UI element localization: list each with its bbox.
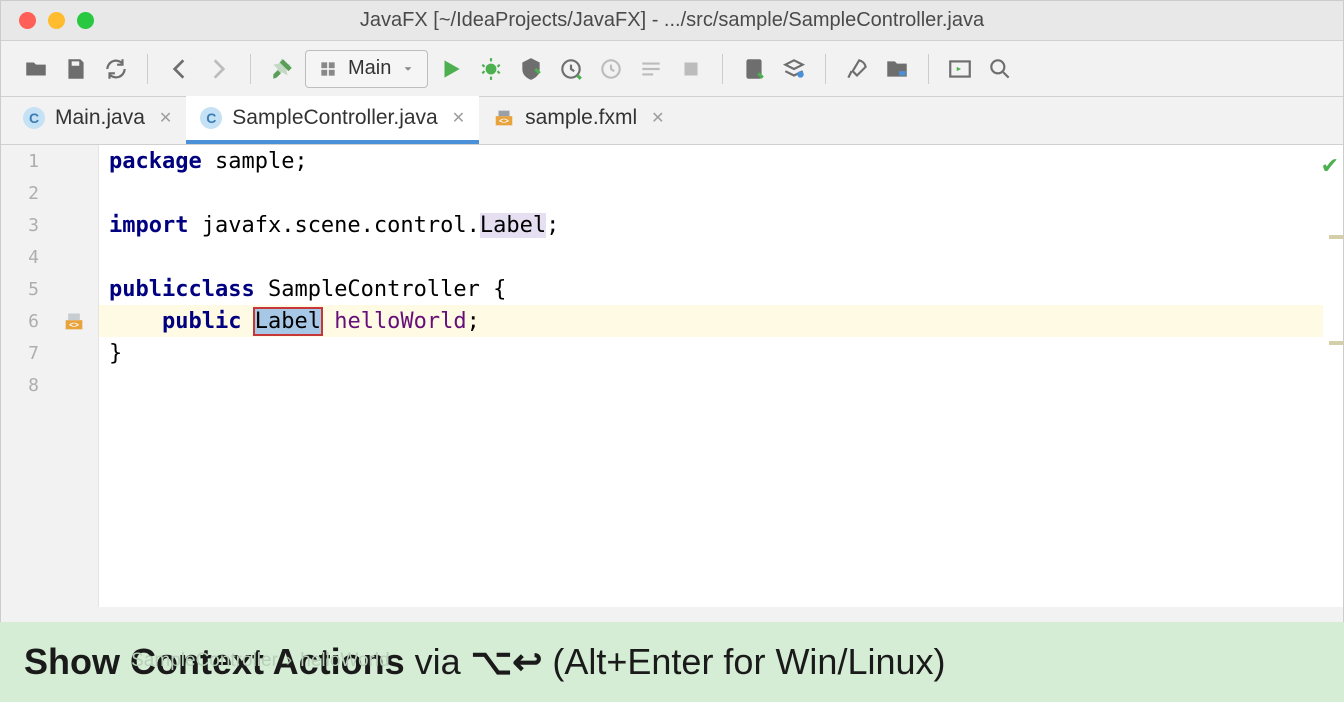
hint-banner: Show Context Actions via ⌥↩ (Alt+Enter f… [0,622,1344,702]
debug-button[interactable] [474,52,508,86]
back-button[interactable] [162,52,196,86]
separator [928,54,929,84]
window-controls [19,12,94,29]
tab-label: sample.fxml [525,106,637,130]
run-config-label: Main [348,57,391,80]
field-name: helloWorld [334,309,466,334]
close-tab-icon[interactable]: ✕ [651,108,664,128]
keyword: class [188,277,254,302]
close-tab-icon[interactable]: ✕ [452,108,465,128]
shortcut-mac: ⌥↩ [471,641,543,683]
warning-mark[interactable] [1329,341,1343,345]
tab-samplecontroller[interactable]: C SampleController.java ✕ [186,96,479,144]
analysis-ok-icon[interactable]: ✔ [1321,153,1339,179]
keyword: public [162,309,241,334]
tab-main[interactable]: C Main.java ✕ [9,96,186,144]
open-button[interactable] [19,52,53,86]
sdk-button[interactable] [777,52,811,86]
separator [250,54,251,84]
run-button[interactable] [434,52,468,86]
close-window[interactable] [19,12,36,29]
stop-button[interactable] [674,52,708,86]
code-editor[interactable]: 1 2 3 4 5 6 7 8 <> package sample; impor… [1,145,1343,607]
coverage-button[interactable] [514,52,548,86]
warning-mark[interactable] [1329,235,1343,239]
maximize-window[interactable] [77,12,94,29]
refresh-button[interactable] [99,52,133,86]
tab-label: SampleController.java [232,106,437,130]
avd-button[interactable] [737,52,771,86]
line-numbers: 1 2 3 4 5 6 7 8 [1,145,49,607]
editor-tabs: C Main.java ✕ C SampleController.java ✕ … [1,97,1343,145]
line-number: 1 [1,145,49,177]
line-number: 5 [1,273,49,305]
separator [825,54,826,84]
save-button[interactable] [59,52,93,86]
separator [147,54,148,84]
separator [722,54,723,84]
code-area[interactable]: package sample; import javafx.scene.cont… [99,145,1323,607]
svg-text:<>: <> [499,117,509,126]
line-number: 7 [1,337,49,369]
svg-text:<>: <> [69,320,79,330]
close-tab-icon[interactable]: ✕ [159,108,172,128]
fxml-gutter-icon[interactable]: <> [49,305,98,337]
tab-label: Main.java [55,106,145,130]
settings-button[interactable] [840,52,874,86]
titlebar: JavaFX [~/IdeaProjects/JavaFX] - .../src… [1,1,1343,41]
shortcut-winlinux: (Alt+Enter for Win/Linux) [542,641,945,683]
search-button[interactable] [983,52,1017,86]
fxml-file-icon: <> [493,107,515,129]
keyword: import [109,213,188,238]
keyword: public [109,277,188,302]
java-file-icon: C [23,107,45,129]
line-number: 2 [1,177,49,209]
structure-button[interactable] [880,52,914,86]
profile-button[interactable] [554,52,588,86]
class-ref: Label [480,213,546,238]
line-number: 4 [1,241,49,273]
run-anything-button[interactable] [943,52,977,86]
gutter-icons: <> [49,145,99,607]
bookmarks-button[interactable] [634,52,668,86]
run-config-selector[interactable]: Main [305,50,428,88]
error-stripe[interactable]: ✔ [1323,145,1343,607]
forward-button[interactable] [202,52,236,86]
window-title: JavaFX [~/IdeaProjects/JavaFX] - .../src… [1,9,1343,32]
keyword: package [109,149,202,174]
build-button[interactable] [265,52,299,86]
minimize-window[interactable] [48,12,65,29]
java-file-icon: C [200,107,222,129]
main-toolbar: Main [1,41,1343,97]
line-number: 8 [1,369,49,401]
selected-token[interactable]: Label [255,309,321,334]
line-number: 6 [1,305,49,337]
line-number: 3 [1,209,49,241]
tab-samplefxml[interactable]: <> sample.fxml ✕ [479,96,678,144]
breadcrumb: SampleController›helloWorld [110,628,390,694]
attach-button[interactable] [594,52,628,86]
chevron-down-icon [401,62,415,76]
